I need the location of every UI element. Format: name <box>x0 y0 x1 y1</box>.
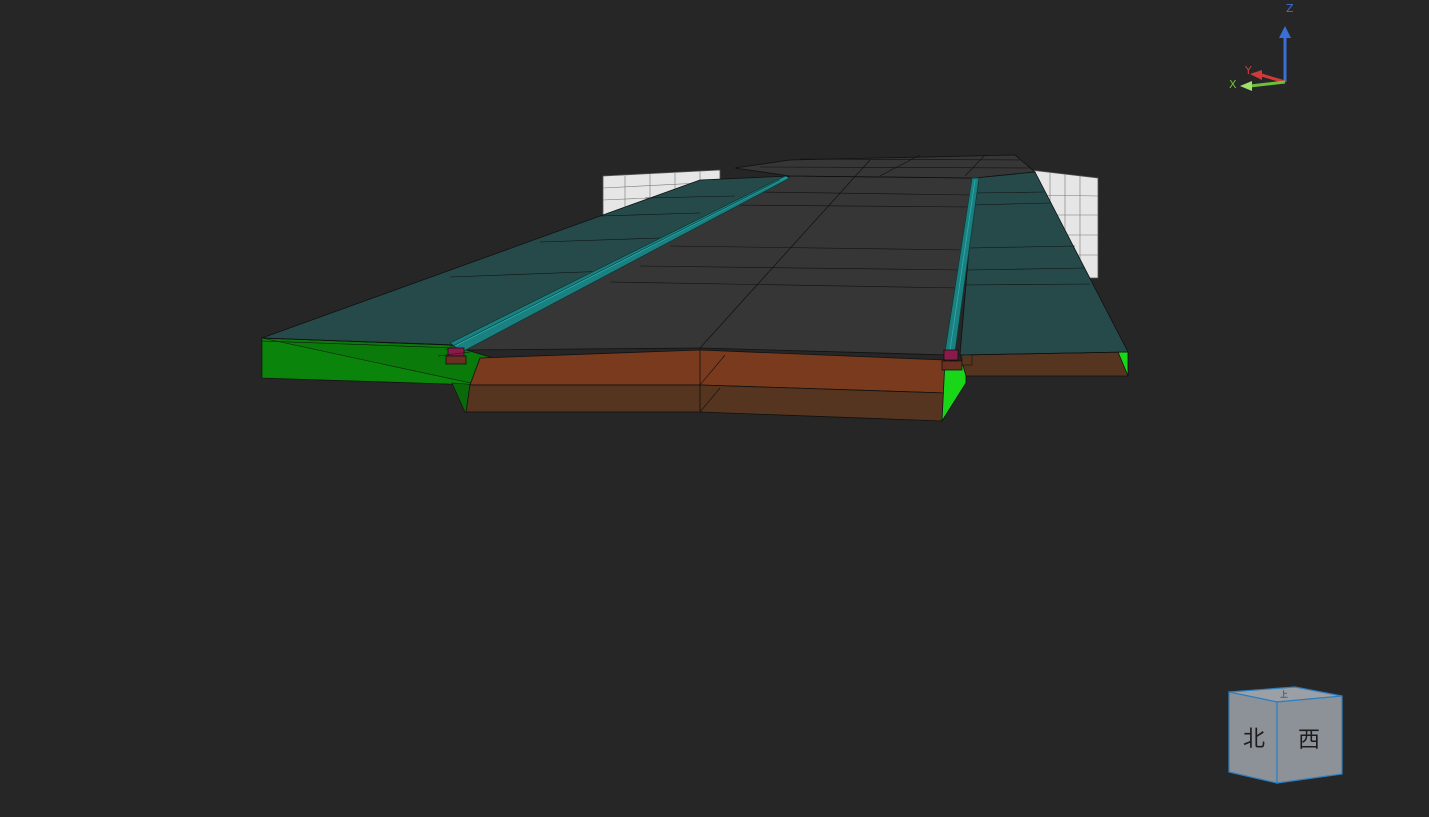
x-axis-arrow-icon <box>1240 81 1252 91</box>
right-slab[interactable] <box>959 171 1129 356</box>
x-axis-label: X <box>1229 78 1237 91</box>
scene-canvas[interactable]: Z Y X 上 北 西 <box>0 0 1429 817</box>
z-axis-label: Z <box>1286 2 1294 15</box>
view-cube-top-label: 上 <box>1280 690 1288 699</box>
view-cube-right-label: 西 <box>1298 728 1320 753</box>
y-axis-label: Y <box>1244 64 1252 77</box>
axis-triad: Z Y X <box>1229 2 1294 91</box>
z-axis-arrow-icon <box>1279 26 1291 38</box>
3d-viewport[interactable]: Z Y X 上 北 西 <box>0 0 1429 817</box>
y-axis-arrow-icon <box>1250 70 1262 80</box>
view-cube-front-label: 北 <box>1243 727 1265 752</box>
view-cube[interactable]: 上 北 西 <box>1228 686 1343 784</box>
